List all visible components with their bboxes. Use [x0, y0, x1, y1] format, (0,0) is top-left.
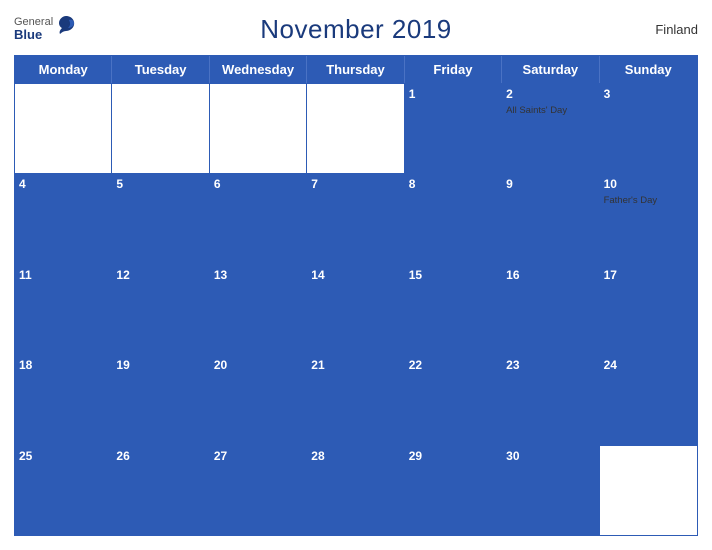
day-cell: 22 — [405, 355, 502, 444]
day-number: 18 — [19, 358, 107, 374]
day-number: 11 — [19, 268, 107, 284]
day-number: 29 — [409, 449, 497, 465]
day-number: 27 — [214, 449, 302, 465]
day-cell: 11 — [15, 265, 112, 354]
day-header-thursday: Thursday — [307, 56, 404, 83]
day-event: All Saints' Day — [506, 105, 594, 117]
day-cell: 3 — [600, 84, 697, 173]
day-cell — [600, 446, 697, 535]
day-header-wednesday: Wednesday — [210, 56, 307, 83]
day-cell: 14 — [307, 265, 404, 354]
day-cell: 15 — [405, 265, 502, 354]
day-cell: 8 — [405, 174, 502, 263]
day-cell: 19 — [112, 355, 209, 444]
day-cell: 21 — [307, 355, 404, 444]
day-cell: 18 — [15, 355, 112, 444]
day-number: 28 — [311, 449, 399, 465]
day-number: 20 — [214, 358, 302, 374]
calendar-title: November 2019 — [260, 14, 452, 45]
day-cell: 5 — [112, 174, 209, 263]
day-cell: 16 — [502, 265, 599, 354]
day-cell: 4 — [15, 174, 112, 263]
calendar-grid: MondayTuesdayWednesdayThursdayFridaySatu… — [14, 55, 698, 536]
day-number: 12 — [116, 268, 204, 284]
day-cell: 27 — [210, 446, 307, 535]
day-number: 17 — [604, 268, 693, 284]
day-cell: 28 — [307, 446, 404, 535]
day-number: 21 — [311, 358, 399, 374]
day-number: 8 — [409, 177, 497, 193]
day-cell: 30 — [502, 446, 599, 535]
day-event: Father's Day — [604, 195, 693, 207]
week-row-5: 25 26 27 28 29 30 — [15, 445, 697, 535]
day-number: 19 — [116, 358, 204, 374]
day-header-friday: Friday — [405, 56, 502, 83]
day-number: 9 — [506, 177, 594, 193]
calendar-page: General Blue November 2019 Finland Monda… — [0, 0, 712, 550]
weeks-container: 12All Saints' Day345678910Father's Day11… — [15, 83, 697, 535]
day-header-saturday: Saturday — [502, 56, 599, 83]
day-cell — [15, 84, 112, 173]
day-number: 15 — [409, 268, 497, 284]
day-number: 22 — [409, 358, 497, 374]
day-header-tuesday: Tuesday — [112, 56, 209, 83]
day-cell: 12 — [112, 265, 209, 354]
day-cell: 25 — [15, 446, 112, 535]
day-cell — [307, 84, 404, 173]
day-number: 4 — [19, 177, 107, 193]
calendar-header: General Blue November 2019 Finland — [14, 10, 698, 49]
day-cell: 23 — [502, 355, 599, 444]
day-cell: 7 — [307, 174, 404, 263]
logo-blue: Blue — [14, 28, 53, 42]
day-cell: 10 Father's Day — [600, 174, 697, 263]
day-number: 2 — [506, 87, 594, 103]
day-cell: 17 — [600, 265, 697, 354]
day-number: 3 — [604, 87, 693, 103]
day-number: 1 — [409, 87, 497, 103]
day-number: 26 — [116, 449, 204, 465]
week-row-1: 12 All Saints' Day 3 — [15, 83, 697, 173]
day-number: 16 — [506, 268, 594, 284]
week-row-2: 456789 10 Father's Day — [15, 173, 697, 263]
day-cell: 13 — [210, 265, 307, 354]
day-cell: 1 — [405, 84, 502, 173]
logo: General Blue — [14, 16, 77, 42]
day-cell: 2 All Saints' Day — [502, 84, 599, 173]
day-number: 13 — [214, 268, 302, 284]
day-cell: 20 — [210, 355, 307, 444]
day-cell: 24 — [600, 355, 697, 444]
week-row-3: 11 12 13 14 15 16 17 — [15, 264, 697, 354]
week-row-4: 18 19 20 21 22 23 24 — [15, 354, 697, 444]
day-number: 30 — [506, 449, 594, 465]
day-number: 24 — [604, 358, 693, 374]
day-number: 14 — [311, 268, 399, 284]
logo-bird-icon — [55, 14, 77, 41]
day-number: 6 — [214, 177, 302, 193]
day-headers-row: MondayTuesdayWednesdayThursdayFridaySatu… — [15, 56, 697, 83]
day-cell: 26 — [112, 446, 209, 535]
day-cell: 9 — [502, 174, 599, 263]
day-number: 7 — [311, 177, 399, 193]
day-number: 10 — [604, 177, 693, 193]
day-header-sunday: Sunday — [600, 56, 697, 83]
day-header-monday: Monday — [15, 56, 112, 83]
country-label: Finland — [655, 22, 698, 37]
day-number: 5 — [116, 177, 204, 193]
day-cell — [210, 84, 307, 173]
day-number: 23 — [506, 358, 594, 374]
day-cell: 6 — [210, 174, 307, 263]
day-number: 25 — [19, 449, 107, 465]
day-cell: 29 — [405, 446, 502, 535]
day-cell — [112, 84, 209, 173]
